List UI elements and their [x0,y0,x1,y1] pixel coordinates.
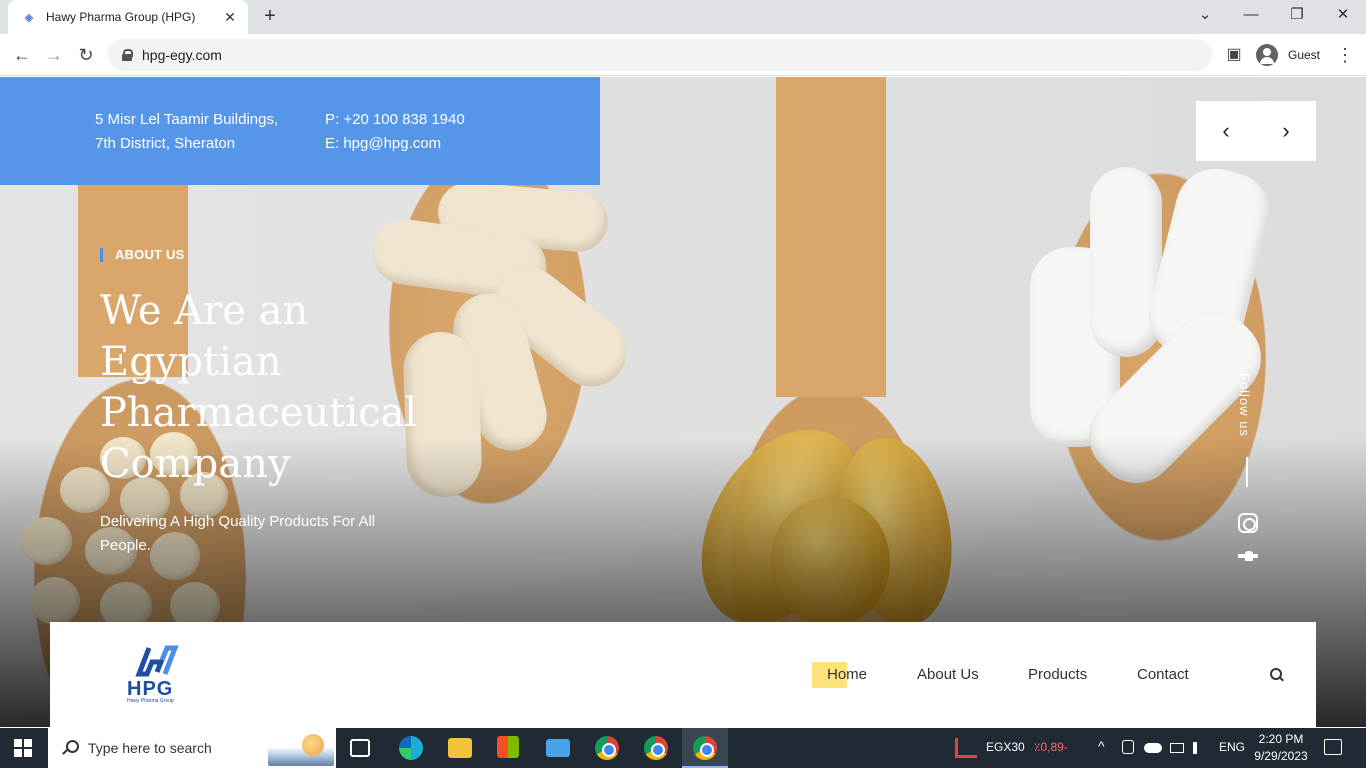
about-us-tag: ABOUT US [100,247,420,262]
maximize-button[interactable]: ❐ [1274,0,1320,30]
forward-button[interactable]: → [42,43,66,67]
follow-us-label: Follow us [1237,373,1252,437]
tab-title: Hawy Pharma Group (HPG) [46,10,196,24]
lock-icon[interactable] [122,49,133,61]
social-icon[interactable] [1238,551,1258,561]
chrome-icon[interactable] [595,736,619,760]
phone-text[interactable]: P: +20 100 838 1940 [325,108,465,132]
back-button[interactable]: ← [10,43,34,67]
slider-next-button[interactable]: › [1256,101,1316,161]
instagram-icon[interactable] [1238,513,1258,533]
microsoft-store-icon[interactable] [497,736,519,758]
avatar-icon [1256,44,1278,66]
hpg-logo[interactable]: HPG Hawy Pharma Group [127,644,193,708]
chrome-profile-icon[interactable] [644,736,668,760]
url-text[interactable]: hpg-egy.com [142,47,222,63]
hero-section: 5 Misr Lel Taamir Buildings, 7th Distric… [0,77,1366,727]
contact-info-bar: 5 Misr Lel Taamir Buildings, 7th Distric… [0,77,600,185]
notifications-icon[interactable] [1324,739,1342,755]
email-text[interactable]: E: hpg@hpg.com [325,132,465,156]
taskbar-search-placeholder: Type here to search [88,740,212,756]
follow-divider [1246,457,1248,487]
mail-icon[interactable] [546,739,570,757]
network-icon[interactable] [1170,743,1184,753]
search-icon [62,740,79,754]
main-navbar: HPG Hawy Pharma Group Home About Us Prod… [50,622,1316,727]
tab-search-icon[interactable]: ⌄ [1182,0,1228,30]
tab-close-icon[interactable]: ✕ [222,9,238,26]
nav-contact[interactable]: Contact [1137,666,1189,683]
profile-label: Guest [1288,48,1321,62]
address-line-1: 5 Misr Lel Taamir Buildings, [95,111,279,128]
chrome-active-icon[interactable] [693,736,717,760]
reload-button[interactable]: ↻ [74,43,98,67]
hpg-logo-mark-icon [135,645,179,677]
taskbar-clock[interactable]: 2:20 PM 9/29/2023 [1250,731,1312,765]
browser-tab-bar: ◈ Hawy Pharma Group (HPG) ✕ + ⌄ — ❐ ✕ [0,0,1366,34]
site-favicon-icon: ◈ [24,11,34,24]
nav-about-us[interactable]: About Us [917,666,979,683]
address-line-2: 7th District, Sheraton [95,135,236,152]
spoon-handle-image [776,77,886,397]
phone-email-block: P: +20 100 838 1940 E: hpg@hpg.com [325,108,465,156]
browser-toolbar: ← → ↻ hpg-egy.com ▣ Guest ⋮ [0,34,1366,76]
nav-home[interactable]: Home [827,666,867,683]
hero-subtitle: Delivering A High Quality Products For A… [100,513,376,554]
meet-now-icon[interactable] [1122,740,1134,754]
search-highlight-image [268,734,334,766]
address-bar[interactable]: hpg-egy.com [108,39,1212,71]
slider-navigation: ‹ › [1196,101,1316,161]
windows-start-icon[interactable] [14,739,32,757]
new-tab-button[interactable]: + [258,5,282,29]
file-explorer-icon[interactable] [448,738,472,758]
onedrive-icon[interactable] [1144,743,1162,753]
search-icon[interactable] [1270,668,1284,682]
volume-icon[interactable] [1193,742,1205,754]
browser-menu-icon[interactable]: ⋮ [1333,43,1357,67]
address-block: 5 Misr Lel Taamir Buildings, 7th Distric… [95,108,278,156]
side-panel-icon[interactable]: ▣ [1222,43,1246,67]
minimize-button[interactable]: — [1228,0,1274,30]
windows-taskbar: Type here to search EGX30 ٪0,89- ^ ENG 2… [0,728,1366,768]
stock-chart-icon[interactable] [955,738,977,758]
stock-change[interactable]: ٪0,89- [1034,740,1068,754]
task-view-icon[interactable] [350,739,370,757]
clock-time: 2:20 PM [1258,732,1304,746]
browser-tab[interactable]: ◈ Hawy Pharma Group (HPG) ✕ [8,0,248,34]
logo-tagline: Hawy Pharma Group [127,698,174,704]
hero-headline: We Are an Egyptian Pharmaceutical Compan… [100,288,418,487]
stock-name[interactable]: EGX30 [986,740,1025,754]
close-window-button[interactable]: ✕ [1320,0,1366,30]
search-highlight-sun-icon [302,734,324,756]
clock-date: 9/29/2023 [1254,749,1308,763]
edge-icon[interactable] [399,736,423,760]
taskbar-search-box[interactable]: Type here to search [48,728,336,768]
slider-prev-button[interactable]: ‹ [1196,101,1256,161]
about-us-tag-text: ABOUT US [115,247,185,262]
profile-button[interactable]: Guest [1252,41,1326,69]
language-indicator[interactable]: ENG [1219,740,1245,754]
nav-products[interactable]: Products [1028,666,1087,683]
tag-accent-bar [100,247,103,262]
tray-overflow-icon[interactable]: ^ [1098,738,1105,754]
hero-content: ABOUT US We Are an Egyptian Pharmaceutic… [100,247,420,558]
